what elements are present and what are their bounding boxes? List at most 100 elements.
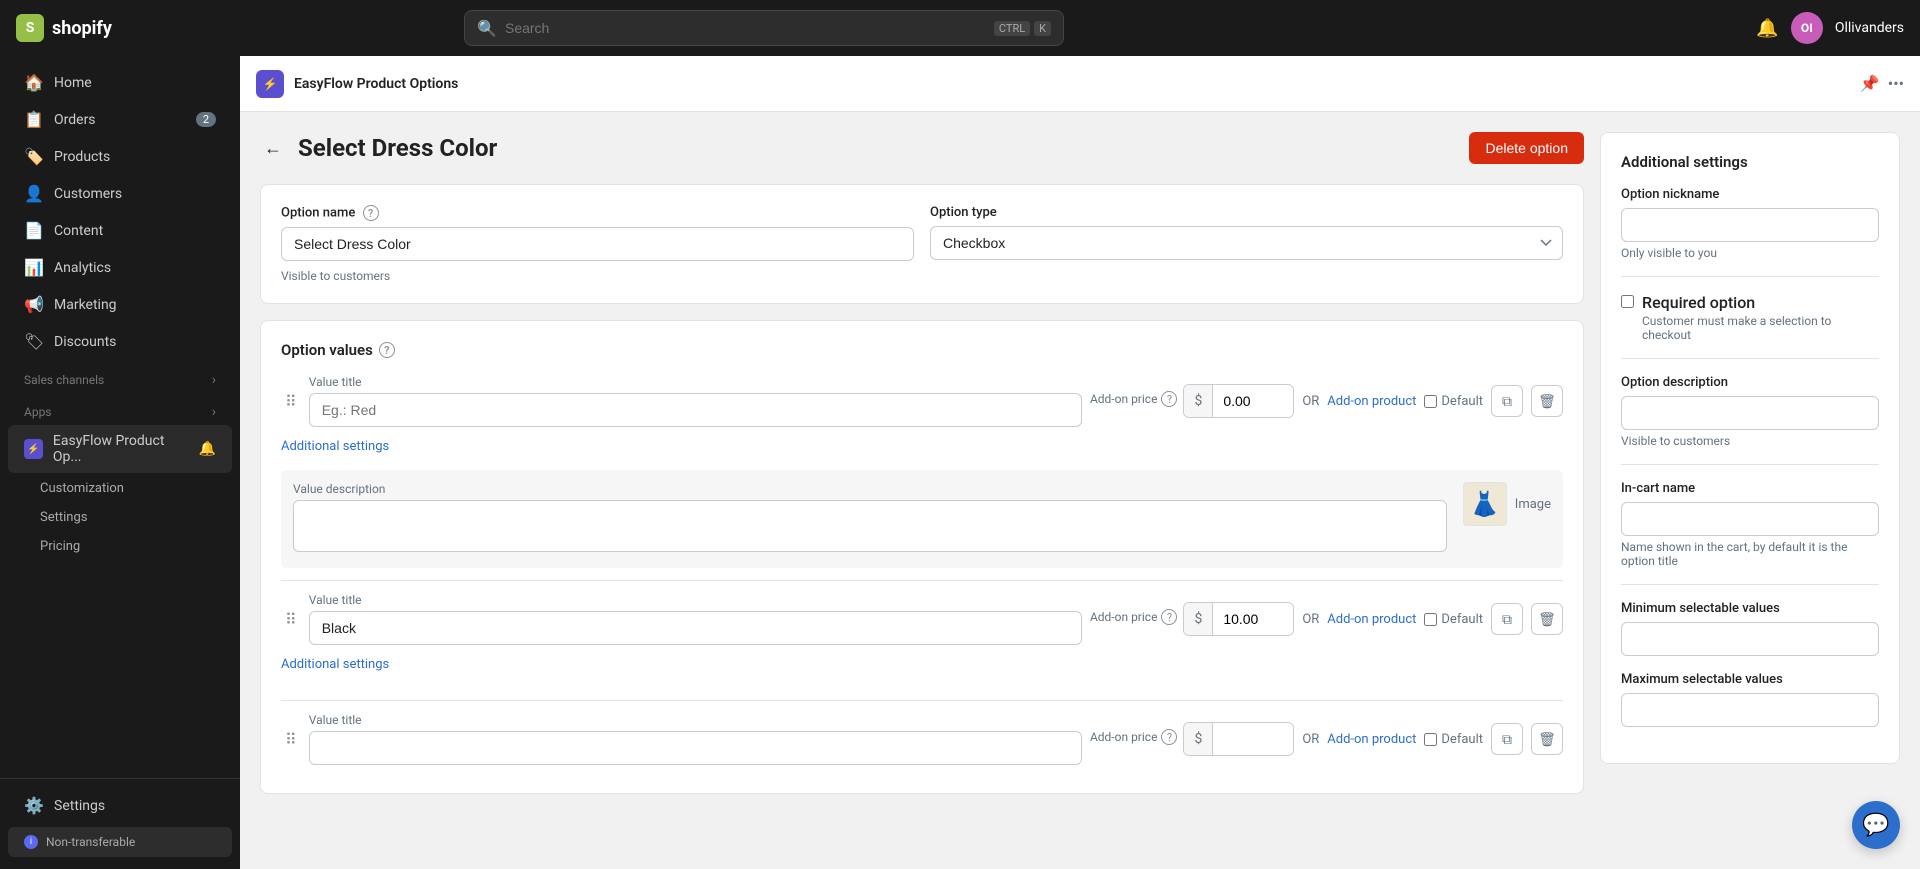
max-selectable-input[interactable] [1621, 693, 1879, 727]
value-title-input-2[interactable] [309, 611, 1082, 645]
add-on-product-link-1[interactable]: Add-on product [1327, 394, 1416, 409]
drag-handle-2[interactable]: ⠿ [281, 606, 301, 633]
sidebar-item-analytics[interactable]: 📊 Analytics [8, 250, 232, 285]
pin-icon[interactable]: 📌 [1860, 74, 1880, 93]
nickname-input[interactable] [1621, 208, 1879, 242]
option-type-group: Option type Checkbox Radio Dropdown Text… [930, 205, 1563, 261]
sidebar-item-content[interactable]: 📄 Content [8, 213, 232, 248]
additional-settings-link-2[interactable]: Additional settings [281, 653, 389, 676]
back-button[interactable]: ← [260, 134, 286, 163]
sidebar-item-content-label: Content [54, 223, 103, 239]
divider-1 [1621, 276, 1879, 277]
required-text-group: Required option Customer must make a sel… [1642, 293, 1879, 342]
min-selectable-label: Minimum selectable values [1621, 601, 1879, 616]
add-on-product-link-2[interactable]: Add-on product [1327, 612, 1416, 627]
drag-handle-1[interactable]: ⠿ [281, 388, 301, 415]
val-desc-input-1[interactable] [293, 500, 1447, 552]
additional-settings-link-1[interactable]: Additional settings [281, 435, 389, 458]
option-values-help-icon[interactable]: ? [379, 342, 395, 358]
user-name[interactable]: Ollivanders [1835, 20, 1904, 36]
shopify-logo[interactable]: S shopify [16, 14, 112, 42]
copy-button-1[interactable]: ⧉ [1491, 385, 1523, 417]
min-selectable-input[interactable] [1621, 622, 1879, 656]
option-values-title: Option values ? [281, 341, 1563, 359]
drag-handle-3[interactable]: ⠿ [281, 726, 301, 753]
app-header: ⚡ EasyFlow Product Options 📌 ••• [240, 56, 1920, 112]
value-row-1: ⠿ Value title Option values Add-on price… [281, 375, 1563, 568]
copy-button-2[interactable]: ⧉ [1491, 603, 1523, 635]
addon-price-help-3[interactable]: ? [1161, 729, 1177, 745]
description-input[interactable] [1621, 396, 1879, 430]
sidebar-item-discounts-label: Discounts [54, 334, 116, 350]
addon-price-help-2[interactable]: ? [1161, 609, 1177, 625]
ctrl-key: CTRL [994, 21, 1030, 36]
price-input-1[interactable] [1213, 385, 1293, 417]
option-name-help-icon[interactable]: ? [363, 205, 379, 221]
more-icon[interactable]: ••• [1888, 74, 1904, 93]
copy-button-3[interactable]: ⧉ [1491, 723, 1523, 755]
sidebar-item-products-label: Products [54, 149, 110, 165]
sidebar-item-customers[interactable]: 👤 Customers [8, 176, 232, 211]
apps-chevron[interactable]: › [212, 404, 216, 420]
delete-button-1[interactable]: 🗑 [1531, 385, 1563, 417]
max-selectable-group: Maximum selectable values [1621, 672, 1879, 727]
option-name-group: Option name ? [281, 205, 914, 261]
sidebar-sub-settings[interactable]: Settings [8, 504, 232, 531]
value-title-label-3: Value title [309, 713, 1082, 727]
sidebar-item-products[interactable]: 🏷️ Products [8, 139, 232, 174]
option-name-input[interactable] [281, 227, 914, 261]
value-title-input-3[interactable] [309, 731, 1082, 765]
search-input[interactable] [505, 20, 986, 36]
required-checkbox[interactable] [1621, 295, 1634, 308]
notification-icon[interactable]: 🔔 [1756, 18, 1778, 39]
sidebar-item-marketing[interactable]: 📢 Marketing [8, 287, 232, 322]
description-label: Option description [1621, 375, 1879, 390]
val-desc-group-1: Value description [293, 482, 1447, 556]
content-icon: 📄 [24, 221, 44, 240]
value-title-input-1[interactable] [309, 393, 1082, 427]
delete-button-2[interactable]: 🗑 [1531, 603, 1563, 635]
sidebar-sub-customization[interactable]: Customization [8, 475, 232, 502]
default-checkbox-1[interactable] [1424, 395, 1437, 408]
sidebar-item-orders[interactable]: 📋 Orders 2 [8, 102, 232, 137]
incart-input[interactable] [1621, 502, 1879, 536]
addon-price-label-2: Add-on price ? [1090, 609, 1178, 625]
orders-badge: 2 [196, 112, 216, 127]
chat-button[interactable]: 💬 [1852, 801, 1900, 849]
value-row-3: ⠿ Value title Add-on price ? [281, 713, 1563, 765]
easyflow-app-label: EasyFlow Product Op... [53, 433, 189, 465]
price-input-3[interactable] [1213, 723, 1293, 755]
home-icon: 🏠 [24, 73, 44, 92]
value-title-label-1: Value title [309, 375, 1082, 389]
addon-price-help-1[interactable]: ? [1161, 391, 1177, 407]
sidebar-item-discounts[interactable]: 🏷 Discounts [8, 324, 232, 359]
description-sublabel: Visible to customers [1621, 434, 1879, 448]
shopify-logo-icon: S [16, 14, 44, 42]
add-on-product-link-3[interactable]: Add-on product [1327, 732, 1416, 747]
avatar[interactable]: OI [1791, 12, 1823, 44]
easyflow-app-item[interactable]: ⚡ EasyFlow Product Op... 🔔 [8, 425, 232, 473]
min-selectable-group: Minimum selectable values [1621, 601, 1879, 656]
sidebar-item-home[interactable]: 🏠 Home [8, 65, 232, 100]
delete-button-3[interactable]: 🗑 [1531, 723, 1563, 755]
option-type-select[interactable]: Checkbox Radio Dropdown Text Color Swatc… [930, 226, 1563, 260]
option-value-row-1: ⠿ Value title Option values Add-on price… [281, 375, 1563, 427]
image-thumb-1[interactable]: 👗 [1463, 482, 1507, 526]
sidebar-sub-pricing[interactable]: Pricing [8, 533, 232, 560]
divider-2 [1621, 358, 1879, 359]
sales-channels-chevron[interactable]: › [212, 372, 216, 388]
dollar-sign-1: $ [1184, 385, 1213, 417]
sidebar-item-settings[interactable]: ⚙️ Settings [8, 788, 232, 823]
option-value-row-2: ⠿ Value title Add-on price ? [281, 593, 1563, 645]
bell-icon[interactable]: 🔔 [199, 441, 216, 457]
delete-option-button[interactable]: Delete option [1469, 132, 1584, 164]
addon-price-group-2: Add-on price ? $ [1090, 602, 1294, 636]
search-shortcut: CTRL K [994, 21, 1051, 36]
price-input-2[interactable] [1213, 603, 1293, 635]
option-name-card: Option name ? Option type Checkbox Radio… [260, 184, 1584, 304]
addon-price-label-3: Add-on price ? [1090, 729, 1178, 745]
sidebar-item-marketing-label: Marketing [54, 297, 117, 313]
default-checkbox-3[interactable] [1424, 733, 1437, 746]
default-checkbox-2[interactable] [1424, 613, 1437, 626]
search-icon: 🔍 [477, 19, 497, 38]
